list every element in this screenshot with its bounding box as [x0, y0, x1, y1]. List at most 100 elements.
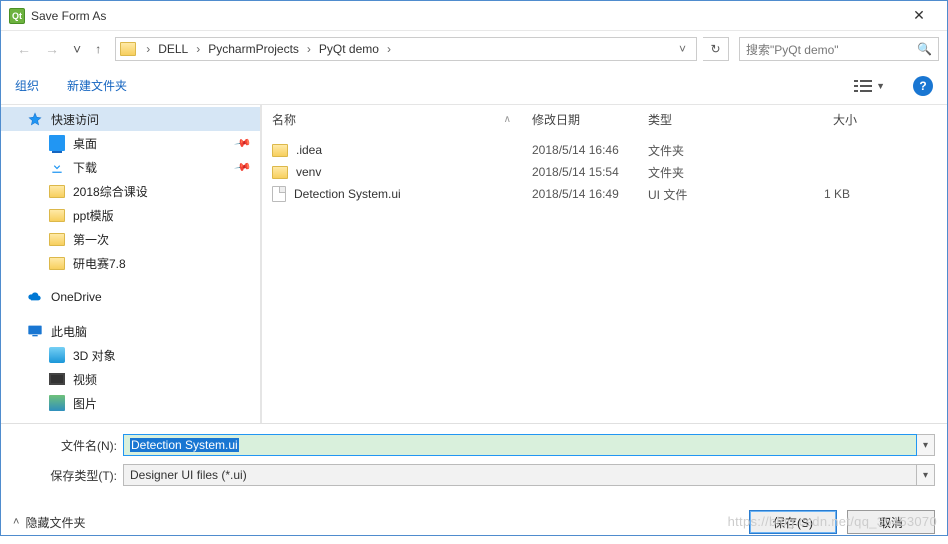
navbar: ← → ˅ ↑ › DELL › PycharmProjects › PyQt …	[1, 31, 947, 67]
folder-icon	[120, 42, 136, 56]
folder-icon	[272, 144, 288, 157]
hide-folders-label: 隐藏文件夹	[25, 514, 85, 531]
sidebar: 快速访问 桌面 📌 下载 📌 2018综合课设 ppt模版 第一次 研电赛7.8	[1, 105, 262, 423]
sidebar-item-desktop[interactable]: 桌面 📌	[1, 131, 260, 155]
hide-folders-toggle[interactable]: ˄ 隐藏文件夹	[13, 514, 85, 531]
sidebar-item-label: OneDrive	[51, 290, 102, 304]
column-label: 名称	[272, 111, 296, 128]
view-icon	[854, 79, 872, 93]
file-icon	[272, 186, 286, 202]
breadcrumb-dropdown[interactable]: ˅	[673, 42, 692, 56]
filetype-label: 保存类型(T):	[13, 467, 123, 484]
back-button[interactable]: ←	[17, 41, 31, 57]
cancel-button[interactable]: 取消	[847, 510, 935, 534]
close-button[interactable]: ✕	[899, 7, 939, 24]
button-label: 取消	[879, 514, 903, 531]
filetype-value: Designer UI files (*.ui)	[130, 468, 247, 482]
filename-dropdown[interactable]: ▾	[917, 434, 935, 456]
column-label: 大小	[833, 111, 857, 128]
folder-icon	[272, 166, 288, 179]
sidebar-item-pictures[interactable]: 图片	[1, 391, 260, 415]
sidebar-item-folder[interactable]: 2018综合课设	[1, 179, 260, 203]
pictures-icon	[49, 395, 65, 411]
view-options-button[interactable]: ▼	[854, 79, 885, 93]
onedrive-icon	[27, 289, 43, 305]
sidebar-item-label: 图片	[73, 395, 97, 412]
column-headers: 名称 ∧ 修改日期 类型 大小	[262, 105, 947, 135]
window-title: Save Form As	[31, 9, 899, 23]
search-placeholder: 搜索"PyQt demo"	[746, 41, 917, 58]
list-item[interactable]: Detection System.ui 2018/5/14 16:49 UI 文…	[262, 183, 947, 205]
filename-value: Detection System.ui	[130, 438, 239, 452]
save-form: 文件名(N): Detection System.ui ▾ 保存类型(T): D…	[1, 423, 947, 504]
up-button[interactable]: ↑	[95, 42, 101, 56]
sidebar-item-folder[interactable]: ppt模版	[1, 203, 260, 227]
filetype-dropdown[interactable]: ▾	[917, 464, 935, 486]
help-button[interactable]: ?	[913, 76, 933, 96]
column-header-date[interactable]: 修改日期	[522, 111, 638, 128]
sidebar-item-folder[interactable]: 第一次	[1, 227, 260, 251]
file-name: .idea	[296, 143, 322, 157]
file-type: 文件夹	[638, 142, 748, 159]
videos-icon	[49, 373, 65, 385]
column-header-type[interactable]: 类型	[638, 111, 748, 128]
column-label: 修改日期	[532, 111, 580, 128]
column-header-name[interactable]: 名称 ∧	[262, 111, 522, 128]
sidebar-item-label: 下载	[73, 159, 97, 176]
filetype-select[interactable]: Designer UI files (*.ui)	[123, 464, 917, 486]
sidebar-item-label: 此电脑	[51, 323, 87, 340]
titlebar: Qt Save Form As ✕	[1, 1, 947, 31]
file-pane: 名称 ∧ 修改日期 类型 大小 .idea 2018/5/14 16:46 文件…	[262, 105, 947, 423]
file-name: Detection System.ui	[294, 187, 401, 201]
sidebar-quick-access[interactable]: 快速访问	[1, 107, 260, 131]
sidebar-item-label: 桌面	[73, 135, 97, 152]
main-area: 快速访问 桌面 📌 下载 📌 2018综合课设 ppt模版 第一次 研电赛7.8	[1, 105, 947, 423]
save-button[interactable]: 保存(S)	[749, 510, 837, 534]
file-type: UI 文件	[638, 186, 748, 203]
breadcrumb-item[interactable]: DELL	[156, 42, 190, 56]
file-list: .idea 2018/5/14 16:46 文件夹 venv 2018/5/14…	[262, 135, 947, 205]
folder-icon	[49, 257, 65, 270]
sidebar-onedrive[interactable]: OneDrive	[1, 285, 260, 309]
file-size: 1 KB	[748, 187, 868, 201]
recent-dropdown[interactable]: ˅	[73, 41, 81, 57]
list-item[interactable]: venv 2018/5/14 15:54 文件夹	[262, 161, 947, 183]
pin-icon: 📌	[234, 158, 253, 177]
file-date: 2018/5/14 16:49	[522, 187, 638, 201]
file-date: 2018/5/14 16:46	[522, 143, 638, 157]
chevron-right-icon[interactable]: ›	[303, 42, 315, 56]
forward-button[interactable]: →	[45, 41, 59, 57]
sidebar-item-folder[interactable]: 研电赛7.8	[1, 251, 260, 275]
new-folder-button[interactable]: 新建文件夹	[67, 77, 127, 94]
nav-arrows: ← → ˅ ↑	[9, 41, 109, 57]
sidebar-item-3d[interactable]: 3D 对象	[1, 343, 260, 367]
organize-menu[interactable]: 组织	[15, 77, 39, 94]
pin-icon: 📌	[234, 134, 253, 153]
breadcrumb[interactable]: › DELL › PycharmProjects › PyQt demo › ˅	[115, 37, 697, 61]
breadcrumb-item[interactable]: PycharmProjects	[206, 42, 301, 56]
list-item[interactable]: .idea 2018/5/14 16:46 文件夹	[262, 139, 947, 161]
file-name: venv	[296, 165, 321, 179]
sidebar-item-downloads[interactable]: 下载 📌	[1, 155, 260, 179]
sidebar-this-pc[interactable]: 此电脑	[1, 319, 260, 343]
sidebar-item-videos[interactable]: 视频	[1, 367, 260, 391]
filename-input[interactable]: Detection System.ui	[123, 434, 917, 456]
desktop-icon	[49, 135, 65, 151]
chevron-right-icon[interactable]: ›	[383, 42, 395, 56]
dialog-footer: ˄ 隐藏文件夹 保存(S) 取消	[1, 504, 947, 544]
column-header-size[interactable]: 大小	[748, 111, 868, 128]
search-input[interactable]: 搜索"PyQt demo" 🔍	[739, 37, 939, 61]
star-icon	[27, 111, 43, 127]
sidebar-item-label: ppt模版	[73, 207, 114, 224]
chevron-right-icon[interactable]: ›	[142, 42, 154, 56]
breadcrumb-item[interactable]: PyQt demo	[317, 42, 381, 56]
folder-icon	[49, 209, 65, 222]
3d-objects-icon	[49, 347, 65, 363]
toolbar: 组织 新建文件夹 ▼ ?	[1, 67, 947, 105]
sidebar-item-label: 3D 对象	[73, 347, 116, 364]
chevron-right-icon[interactable]: ›	[192, 42, 204, 56]
download-icon	[49, 159, 65, 175]
refresh-button[interactable]: ↻	[703, 37, 729, 61]
filename-label: 文件名(N):	[13, 437, 123, 454]
app-icon: Qt	[9, 8, 25, 24]
